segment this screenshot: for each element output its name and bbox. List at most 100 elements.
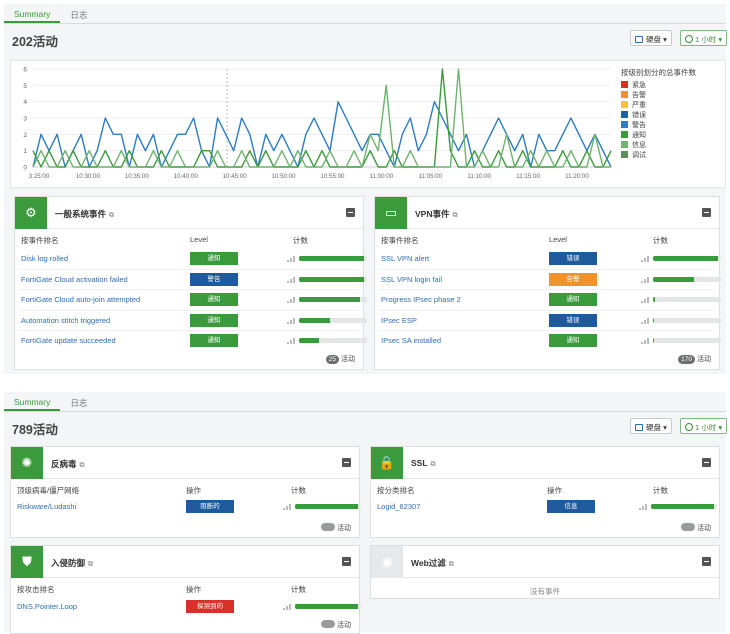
sparkline-icon bbox=[287, 317, 295, 324]
event-name-link[interactable]: Riskware/Ludashi bbox=[17, 502, 76, 511]
tab-logs[interactable]: 日志 bbox=[60, 392, 97, 411]
level-badge[interactable]: 错误 bbox=[549, 313, 597, 327]
tab-summary[interactable]: Summary bbox=[4, 392, 61, 411]
legend-item[interactable]: 调试 bbox=[621, 151, 719, 161]
legend-title: 按级别划分的总事件数 bbox=[621, 68, 696, 77]
column-header-level[interactable]: 操作 bbox=[186, 584, 201, 595]
count-bar-fill bbox=[653, 317, 655, 323]
row-divider bbox=[379, 289, 715, 290]
column-header-level[interactable]: 操作 bbox=[186, 485, 201, 496]
external-link-icon[interactable]: ⧉ bbox=[80, 462, 85, 469]
minimize-button[interactable] bbox=[342, 458, 351, 467]
legend-label: 紧急 bbox=[632, 82, 646, 89]
level-badge[interactable]: 告警 bbox=[549, 272, 597, 286]
level-badge[interactable]: 通知 bbox=[549, 293, 597, 306]
legend-item[interactable]: 警告 bbox=[621, 121, 719, 131]
event-name-link[interactable]: IPsec SA installed bbox=[381, 336, 441, 345]
level-badge[interactable]: 通知 bbox=[190, 252, 238, 265]
widget-title[interactable]: 反病毒 ⧉ bbox=[51, 458, 85, 470]
event-name-link[interactable]: IPsec ESP bbox=[381, 316, 417, 325]
minimize-button[interactable] bbox=[342, 557, 351, 566]
activity-count[interactable]: 170 活动 bbox=[678, 354, 711, 364]
event-name-link[interactable]: Automation stitch triggered bbox=[21, 316, 110, 325]
widget-title[interactable]: 入侵防御 ⧉ bbox=[51, 557, 93, 569]
lock-icon: 🔒 bbox=[371, 447, 403, 479]
minimize-button[interactable] bbox=[702, 458, 711, 467]
external-link-icon[interactable]: ⧉ bbox=[452, 212, 457, 219]
count-bar-fill bbox=[651, 504, 714, 509]
widget-header: ⛊ 入侵防御 ⧉ bbox=[11, 546, 359, 578]
event-name-link[interactable]: Logid_62307 bbox=[377, 502, 420, 511]
activity-count[interactable]: 活动 bbox=[321, 523, 351, 533]
time-range-dropdown[interactable]: 1 小时 ▾ bbox=[680, 418, 728, 434]
count-bar-fill bbox=[299, 256, 364, 261]
event-name-link[interactable]: SSL VPN alert bbox=[381, 254, 429, 263]
event-name-link[interactable]: Progress IPsec phase 2 bbox=[381, 295, 461, 304]
legend-item[interactable]: 严重 bbox=[621, 101, 719, 111]
level-badge[interactable]: 通知 bbox=[190, 313, 238, 327]
minimize-button[interactable] bbox=[702, 557, 711, 566]
sparkline-icon bbox=[287, 337, 295, 344]
event-name-link[interactable]: Disk log rolled bbox=[21, 254, 68, 263]
time-label: 1 小时 bbox=[695, 423, 717, 432]
widget-header: ▭ VPN事件 ⧉ bbox=[375, 197, 719, 229]
column-header-level[interactable]: Level bbox=[190, 235, 208, 244]
disk-source-dropdown[interactable]: 硬盘 ▾ bbox=[630, 30, 672, 46]
widget-title[interactable]: Web过滤 ⧉ bbox=[411, 557, 454, 569]
event-name-link[interactable]: SSL VPN login fail bbox=[381, 275, 442, 284]
tab-summary[interactable]: Summary bbox=[4, 4, 61, 23]
event-name-link[interactable]: DNS.Pointer.Loop bbox=[17, 602, 77, 611]
external-link-icon[interactable]: ⧉ bbox=[88, 561, 93, 568]
count-bar-fill bbox=[653, 338, 655, 343]
count-bar bbox=[295, 604, 361, 609]
legend-item[interactable]: 错误 bbox=[621, 111, 719, 121]
count-bar bbox=[299, 256, 367, 261]
column-header-count: 计数 bbox=[291, 585, 306, 594]
x-tick-label: 11:20:00 bbox=[565, 173, 589, 180]
count-bar bbox=[299, 297, 367, 302]
activity-count[interactable]: 25 活动 bbox=[325, 354, 355, 364]
widget-title[interactable]: SSL ⧉ bbox=[411, 458, 436, 469]
legend-item[interactable]: 通知 bbox=[621, 131, 719, 141]
tab-logs[interactable]: 日志 bbox=[60, 4, 97, 23]
level-badge[interactable]: 错误 bbox=[549, 252, 597, 265]
level-badge[interactable]: 通知 bbox=[190, 334, 238, 347]
legend-item[interactable]: 信息 bbox=[621, 141, 719, 151]
level-badge[interactable]: 警告 bbox=[190, 272, 238, 286]
external-link-icon[interactable]: ⧉ bbox=[449, 561, 454, 568]
event-name-link[interactable]: FortiGate Cloud auto-join attempted bbox=[21, 295, 140, 304]
widget-title[interactable]: 一般系统事件 ⧉ bbox=[55, 208, 114, 220]
row-divider bbox=[19, 289, 359, 290]
widget-title[interactable]: VPN事件 ⧉ bbox=[415, 208, 457, 220]
count-pill: 170 bbox=[678, 355, 695, 364]
y-tick-label: 1 bbox=[23, 148, 27, 155]
column-header-count: 计数 bbox=[293, 236, 308, 245]
minimize-button[interactable] bbox=[702, 208, 711, 217]
event-name-link[interactable]: FortiGate Cloud activation failed bbox=[21, 275, 128, 284]
count-suffix: 活动 bbox=[337, 622, 351, 629]
event-name-link[interactable]: FortiGate update succeeded bbox=[21, 336, 116, 345]
page-title: 202活动 bbox=[12, 35, 58, 49]
level-badge[interactable]: 信息 bbox=[547, 500, 595, 513]
disk-source-dropdown[interactable]: 硬盘 ▾ bbox=[630, 418, 672, 434]
level-badge[interactable]: 通知 bbox=[190, 293, 238, 306]
level-badge[interactable]: 阻断的 bbox=[186, 500, 234, 513]
disk-icon bbox=[635, 424, 643, 431]
time-range-dropdown[interactable]: 1 小时 ▾ bbox=[680, 30, 728, 46]
column-header-level[interactable]: Level bbox=[549, 235, 567, 244]
external-link-icon[interactable]: ⧉ bbox=[109, 212, 114, 219]
activity-count[interactable]: 活动 bbox=[681, 523, 711, 533]
legend-swatch bbox=[621, 111, 628, 118]
legend-swatch bbox=[621, 81, 628, 88]
legend-item[interactable]: 紧急 bbox=[621, 81, 719, 91]
external-link-icon[interactable]: ⧉ bbox=[431, 461, 436, 468]
line-chart-plot: 0 1 2 3 4 5 6 3:25:00 10:30:00 10:35:00 10:40:00 10… bbox=[23, 67, 612, 180]
minimize-button[interactable] bbox=[346, 208, 355, 217]
activity-count[interactable]: 活动 bbox=[321, 620, 351, 630]
level-badge[interactable]: 通知 bbox=[549, 334, 597, 347]
count-bar bbox=[295, 504, 361, 509]
level-badge[interactable]: 探测到的 bbox=[186, 600, 234, 613]
legend-item[interactable]: 告警 bbox=[621, 91, 719, 101]
column-header-level[interactable]: 操作 bbox=[547, 485, 562, 496]
sparkline-icon bbox=[641, 276, 649, 283]
